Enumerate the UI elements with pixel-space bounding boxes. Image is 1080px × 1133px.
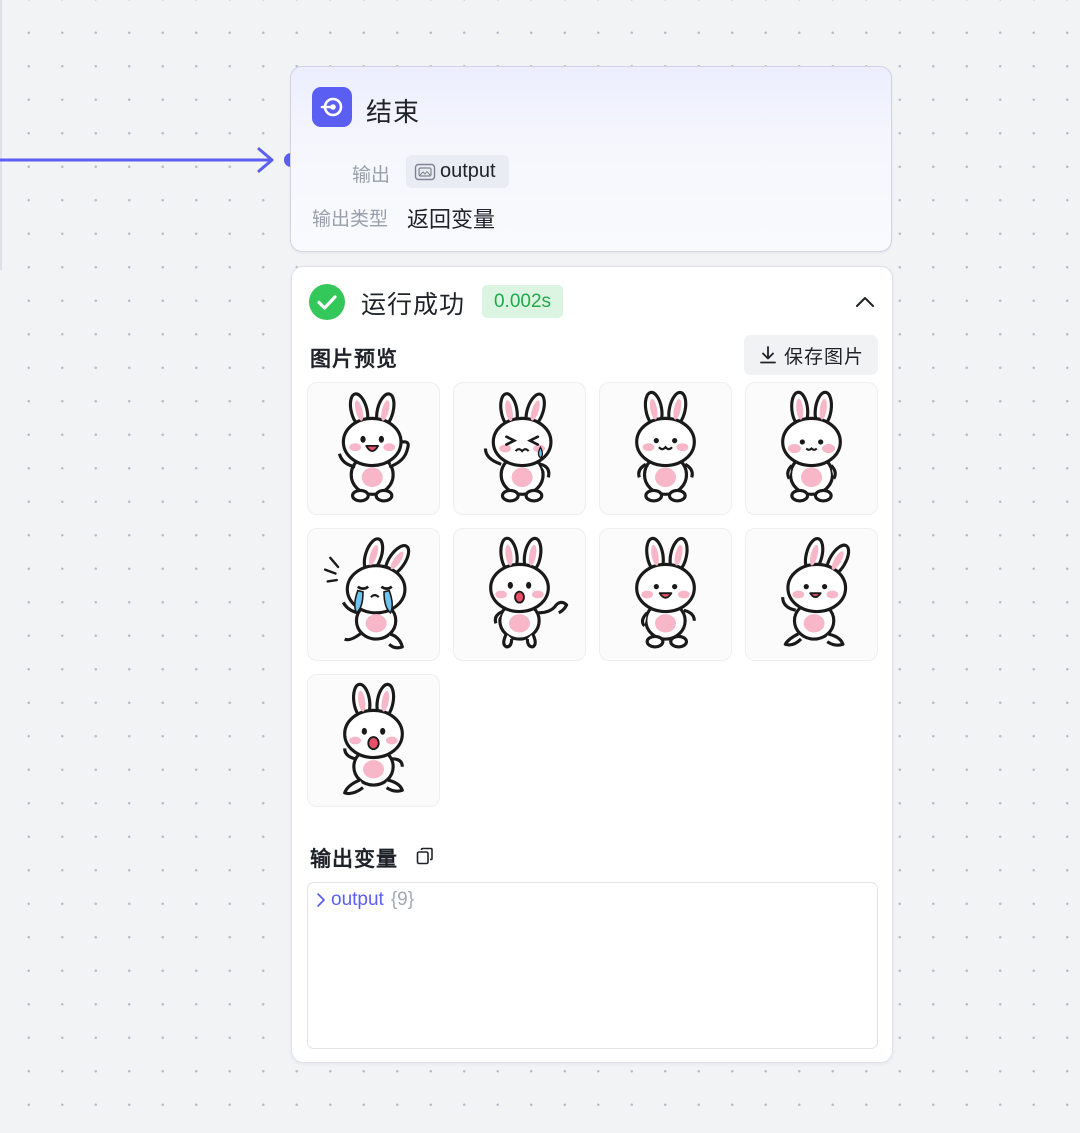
image-thumbnail-8[interactable] — [745, 528, 878, 661]
bunny-cheerful-icon — [635, 536, 696, 649]
output-tree-key: output — [331, 889, 384, 910]
bunny-smiling-icon — [635, 390, 696, 503]
image-thumbnail-7[interactable] — [599, 528, 732, 661]
output-type-label: 输出类型 — [312, 209, 389, 230]
run-status: 运行成功 — [361, 291, 466, 319]
output-type-value: 返回变量 — [407, 207, 496, 232]
duration-badge: 0.002s — [482, 285, 563, 318]
image-thumbnail-1[interactable] — [307, 382, 440, 515]
image-thumbnail-9[interactable] — [307, 674, 440, 807]
run-result-panel: 运行成功 0.002s 图片预览 保存图片 输出变量 output {9} — [291, 266, 893, 1063]
connection-edge — [0, 147, 298, 173]
end-node-icon — [312, 87, 352, 127]
output-json-viewer[interactable]: output {9} — [307, 882, 878, 1049]
bunny-hopping-icon — [781, 536, 851, 647]
image-thumbnail-6[interactable] — [453, 528, 586, 661]
bunny-crying-icon — [483, 392, 553, 503]
output-tree-node[interactable]: output {9} — [314, 889, 414, 911]
output-tree-count: {9} — [390, 889, 415, 910]
image-thumbnail-5[interactable] — [307, 528, 440, 661]
bunny-standing-icon — [781, 390, 842, 503]
save-image-button[interactable]: 保存图片 — [744, 335, 878, 375]
bunny-waving-happy-icon — [337, 392, 410, 503]
output-variable-chip[interactable]: output — [406, 155, 509, 188]
image-thumbnail-4[interactable] — [745, 382, 878, 515]
output-label: 输出 — [352, 165, 391, 186]
image-thumbnail-3[interactable] — [599, 382, 732, 515]
output-variables-label: 输出变量 — [310, 848, 398, 871]
save-image-label: 保存图片 — [783, 346, 864, 368]
chevron-up-icon — [856, 297, 874, 307]
download-icon — [760, 346, 776, 364]
chevron-right-icon — [317, 893, 325, 907]
variable-icon — [414, 163, 436, 180]
bunny-running-crying-icon — [323, 537, 411, 650]
output-variable-name: output — [440, 160, 496, 182]
bunny-shouting-waving-icon — [489, 536, 569, 649]
end-node[interactable]: 结束 输出 output 输出类型 返回变量 — [290, 66, 892, 252]
success-check-icon — [309, 284, 345, 320]
collapse-button[interactable] — [850, 289, 880, 315]
image-preview-label: 图片预览 — [310, 348, 398, 371]
image-thumbnail-2[interactable] — [453, 382, 586, 515]
bunny-surprised-icon — [343, 682, 404, 796]
previous-node-edge — [0, 0, 2, 270]
node-title: 结束 — [366, 97, 421, 127]
copy-icon[interactable] — [416, 847, 434, 865]
